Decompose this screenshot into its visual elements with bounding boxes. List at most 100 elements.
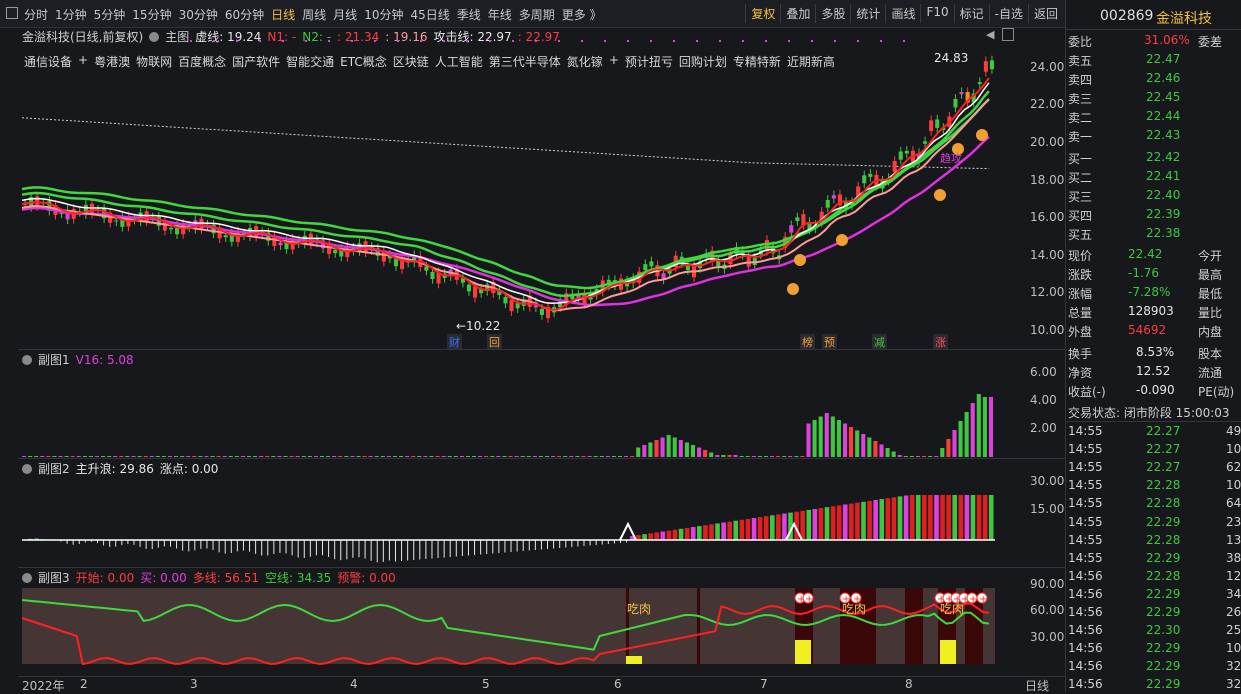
tick-row: 14:5522.2710 <box>1066 440 1241 459</box>
ask-price: 22.44 <box>1146 109 1180 123</box>
stat-row: 总量128903量比 <box>1066 302 1241 321</box>
stock-code: 002869 <box>1100 8 1153 24</box>
tick-row: 14:5522.2749 <box>1066 422 1241 441</box>
sub3-header: 副图3 开始: 0.00 买: 0.00 多线: 56.51 空线: 34.35… <box>22 569 396 586</box>
chevron-down-icon[interactable] <box>22 464 32 474</box>
tick-price: 22.29 <box>1146 515 1180 529</box>
tick-time: 14:56 <box>1068 623 1103 637</box>
period-tab[interactable]: 60分钟 <box>225 6 264 23</box>
tick-volume: 38 <box>1226 551 1241 565</box>
stat-label: 换手 <box>1068 345 1092 362</box>
toolbar-button[interactable]: 叠加 <box>780 4 815 23</box>
tick-row: 14:5622.2926 <box>1066 603 1241 622</box>
tick-time: 14:56 <box>1068 641 1103 655</box>
y-tick: 20.00 <box>1030 135 1064 149</box>
event-marker[interactable]: 预 <box>822 334 837 350</box>
stat-value: 22.42 <box>1128 247 1162 261</box>
weicha-label: 委差 <box>1198 33 1222 50</box>
bid-price: 22.39 <box>1146 207 1180 221</box>
stat-label2: 流通 <box>1198 364 1222 381</box>
stat-label: 现价 <box>1068 247 1092 264</box>
period-tab[interactable]: 周线 <box>302 6 326 23</box>
stat-row: 收益(-)-0.090PE(动) <box>1066 381 1241 400</box>
bid-price: 22.40 <box>1146 188 1180 202</box>
svg-text:+: + <box>979 594 987 605</box>
stat-value: 8.53% <box>1136 345 1174 359</box>
x-tick: 6 <box>614 677 622 691</box>
sub3-mai: 买: 0.00 <box>140 569 187 586</box>
main-kline-chart <box>22 40 994 323</box>
stat-value: 12.52 <box>1136 364 1170 378</box>
buy-signal-icon <box>836 234 848 246</box>
bid-label: 买一 <box>1068 150 1092 167</box>
chevron-down-icon[interactable] <box>22 355 32 365</box>
sub2-header: 副图2 主升浪: 29.86 涨点: 0.00 <box>22 460 218 477</box>
event-marker[interactable]: 减 <box>872 334 887 350</box>
tick-row: 14:5622.28125 <box>1066 567 1241 586</box>
period-tab[interactable]: 年线 <box>488 6 512 23</box>
stat-value: -0.090 <box>1136 383 1175 397</box>
tick-row: 14:5522.2813 <box>1066 531 1241 550</box>
toolbar-button[interactable]: 复权 <box>745 4 780 23</box>
period-tab[interactable]: 1分钟 <box>55 6 87 23</box>
tick-price: 22.28 <box>1146 478 1180 492</box>
period-tab[interactable]: 月线 <box>333 6 357 23</box>
period-tab[interactable]: 30分钟 <box>179 6 218 23</box>
sub2-title: 副图2 <box>38 460 70 477</box>
stat-label2: 股本 <box>1198 345 1222 362</box>
toolbar-button[interactable]: 标记 <box>954 4 989 23</box>
stat-value: -1.76 <box>1128 266 1159 280</box>
stat-row: 涨幅-7.28%最低 <box>1066 283 1241 302</box>
layout-icon[interactable] <box>6 7 18 19</box>
trade-status: 交易状态: 闭市阶段 15:00:03 <box>1066 402 1241 421</box>
period-toolbar: 分时 1分钟 5分钟 15分钟 30分钟 60分钟日线周线月线 10分钟 45日线季线年线多周… <box>0 0 1065 28</box>
chevron-down-icon[interactable] <box>22 573 32 583</box>
stat-label2: 内盘 <box>1198 323 1222 340</box>
toolbar-button[interactable]: 返回 <box>1028 4 1063 23</box>
y-tick: 18.00 <box>1030 173 1064 187</box>
tick-volume: 34 <box>1226 587 1241 601</box>
event-marker[interactable]: 榜 <box>800 334 815 350</box>
event-marker[interactable]: 涨 <box>933 334 948 350</box>
weibi-row: 委比 31.06% 委差 <box>1066 31 1241 50</box>
y-tick: 4.00 <box>1030 393 1057 407</box>
toolbar-button[interactable]: F10 <box>920 4 953 23</box>
bid-label: 买二 <box>1068 169 1092 186</box>
ask-label: 卖五 <box>1068 52 1092 69</box>
chirou-label: 吃肉 <box>627 600 651 617</box>
sub2-zd: 涨点: 0.00 <box>160 460 219 477</box>
tick-row: 14:5622.2932 <box>1066 675 1241 694</box>
buy-signal-icon <box>934 189 946 201</box>
period-tab[interactable]: 15分钟 <box>132 6 171 23</box>
y-tick: 30.00 <box>1030 630 1064 644</box>
period-tab[interactable]: 45日线 <box>410 6 449 23</box>
period-tab[interactable]: 季线 <box>457 6 481 23</box>
toolbar-button[interactable]: -自选 <box>989 4 1028 23</box>
tick-row: 14:5522.2762 <box>1066 458 1241 477</box>
event-marker[interactable]: 财 <box>447 334 462 350</box>
weibi-label: 委比 <box>1068 33 1092 50</box>
tick-time: 14:56 <box>1068 659 1103 673</box>
stat-label2: PE(动) <box>1198 383 1234 400</box>
toolbar-button[interactable]: 统计 <box>850 4 885 23</box>
period-tab[interactable]: 日线 <box>271 6 295 23</box>
sub3-kaishi: 开始: 0.00 <box>76 569 135 586</box>
period-tab[interactable]: 更多 》 <box>562 6 602 23</box>
tick-price: 22.28 <box>1146 569 1180 583</box>
buy-signal-icon <box>787 283 799 295</box>
event-marker[interactable]: 回 <box>487 334 502 350</box>
high-label: 24.83 <box>934 51 968 65</box>
period-tab[interactable]: 10分钟 <box>364 6 403 23</box>
tick-volume: 26 <box>1226 605 1241 619</box>
period-tab[interactable]: 多周期 <box>519 6 555 23</box>
tick-volume: 10 <box>1226 442 1241 456</box>
toolbar-button[interactable]: 画线 <box>885 4 920 23</box>
x-tick: 5 <box>482 677 490 691</box>
tick-price: 22.29 <box>1146 605 1180 619</box>
tick-volume: 32 <box>1226 659 1241 673</box>
tick-time: 14:55 <box>1068 496 1103 510</box>
stat-label2: 最低 <box>1198 285 1222 302</box>
toolbar-button[interactable]: 多股 <box>815 4 850 23</box>
period-tab[interactable]: 分时 <box>24 6 48 23</box>
period-tab[interactable]: 5分钟 <box>94 6 126 23</box>
